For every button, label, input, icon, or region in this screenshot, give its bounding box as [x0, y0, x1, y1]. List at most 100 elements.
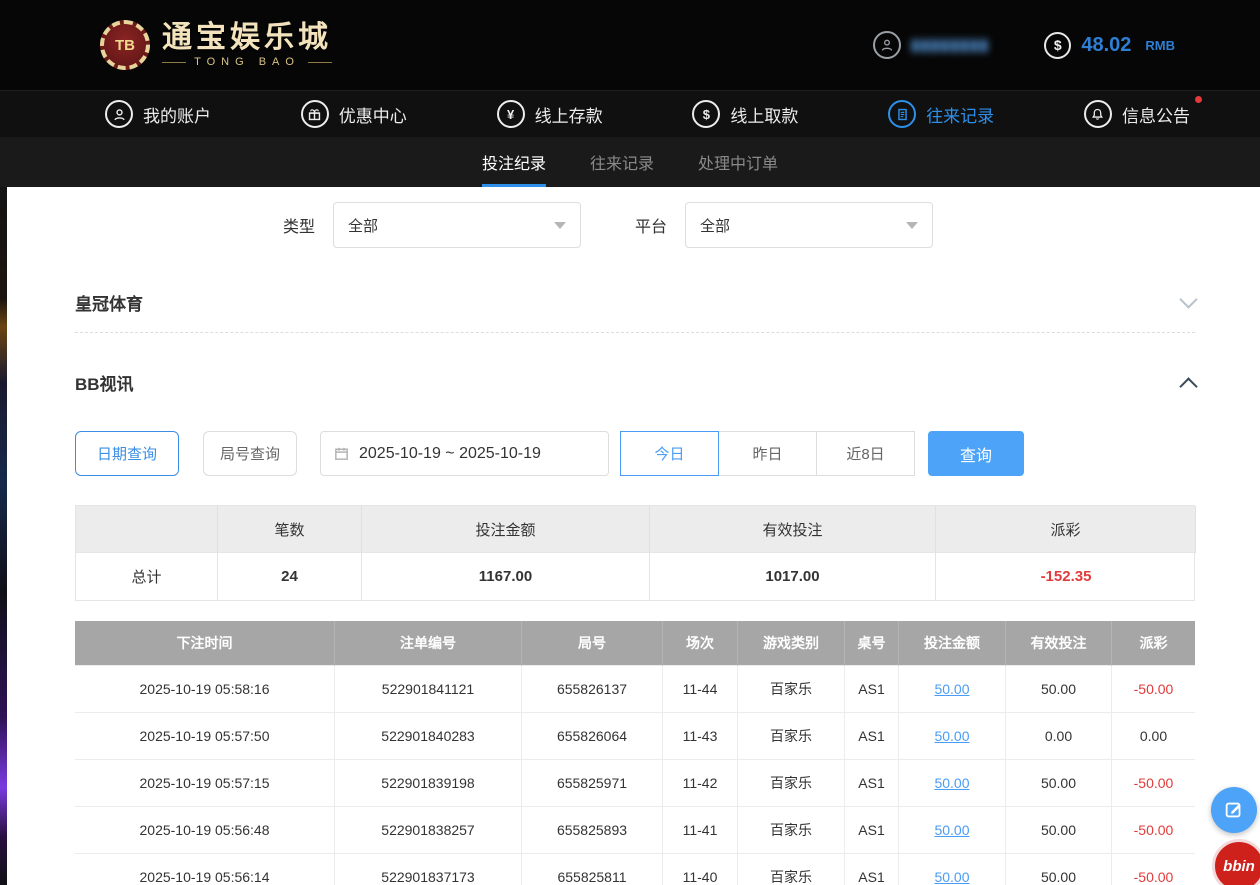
page: TB 通宝娱乐城 TONG BAO ▮▮▮▮▮▮▮▮ $ 48.02 RMB: [0, 0, 1260, 885]
collapse-chevron-up-icon[interactable]: [1179, 377, 1197, 395]
summary-valid-value: 1017.00: [650, 553, 936, 600]
summary-header-count: 笔数: [218, 506, 362, 553]
round-cell: 655825811: [522, 854, 663, 885]
balance-box[interactable]: $ 48.02 RMB: [1044, 32, 1175, 59]
table-no-cell: AS1: [845, 760, 899, 807]
platform-select-value: 全部: [700, 215, 730, 236]
nav-label: 线上取款: [730, 102, 798, 127]
deposit-coin-icon: ¥: [497, 100, 525, 128]
summary-header-payout: 派彩: [936, 506, 1196, 553]
order-id-cell: 522901838257: [335, 807, 522, 854]
platform-filter-label: 平台: [635, 213, 667, 237]
nav-item-announcements[interactable]: 信息公告: [1084, 100, 1190, 128]
date-query-button[interactable]: 日期查询: [75, 431, 179, 476]
valid-bet-cell: 50.00: [1006, 807, 1112, 854]
col-header-table-no: 桌号: [845, 621, 899, 666]
chip-text: TB: [115, 37, 135, 54]
brand-subtitle: TONG BAO: [162, 56, 332, 68]
poker-chip-icon: TB: [100, 20, 150, 70]
col-header-game-type: 游戏类别: [738, 621, 845, 666]
section-title-crown-sports: 皇冠体育: [75, 290, 143, 315]
type-select[interactable]: 全部: [333, 202, 581, 248]
summary-header-row: 笔数 投注金额 有效投注 派彩: [76, 506, 1194, 553]
chevron-down-icon: [554, 222, 566, 229]
bbin-logo-button[interactable]: bbin: [1212, 839, 1260, 885]
order-id-cell: 522901839198: [335, 760, 522, 807]
summary-total-row: 总计 24 1167.00 1017.00 -152.35: [76, 553, 1194, 600]
session-cell: 11-40: [663, 854, 738, 885]
user-icon: [105, 100, 133, 128]
table-no-cell: AS1: [845, 713, 899, 760]
col-header-time: 下注时间: [75, 621, 335, 666]
round-cell: 655826064: [522, 713, 663, 760]
withdraw-coin-icon: $: [692, 100, 720, 128]
gift-icon: [301, 100, 329, 128]
bet-amount-link[interactable]: 50.00: [899, 807, 1006, 854]
round-query-button[interactable]: 局号查询: [203, 431, 297, 476]
table-no-cell: AS1: [845, 807, 899, 854]
table-row: 2025-10-19 05:57:50 522901840283 6558260…: [75, 713, 1195, 760]
filter-row: 类型 全部 平台 全部: [0, 202, 1260, 248]
brand-logo[interactable]: TB 通宝娱乐城 TONG BAO: [100, 20, 332, 70]
tab-bet-records[interactable]: 投注纪录: [482, 137, 546, 187]
bet-amount-link[interactable]: 50.00: [899, 713, 1006, 760]
balance-amount: 48.02: [1081, 34, 1131, 57]
round-cell: 655826137: [522, 666, 663, 713]
summary-total-label: 总计: [76, 553, 218, 600]
table-no-cell: AS1: [845, 666, 899, 713]
valid-bet-cell: 50.00: [1006, 854, 1112, 885]
nav-item-deposit[interactable]: ¥ 线上存款: [497, 100, 603, 128]
summary-table: 笔数 投注金额 有效投注 派彩 总计 24 1167.00 1017.00 -1…: [75, 505, 1195, 601]
session-cell: 11-42: [663, 760, 738, 807]
last-8-days-button[interactable]: 近8日: [816, 431, 915, 476]
summary-count-value: 24: [218, 553, 362, 600]
nav-item-my-account[interactable]: 我的账户: [105, 100, 211, 128]
nav-label: 我的账户: [143, 102, 211, 127]
payout-cell: -50.00: [1112, 666, 1195, 713]
game-type-cell: 百家乐: [738, 807, 845, 854]
platform-select[interactable]: 全部: [685, 202, 933, 248]
summary-header-bet: 投注金额: [362, 506, 650, 553]
nav-item-promotions[interactable]: 优惠中心: [301, 100, 407, 128]
table-row: 2025-10-19 05:56:48 522901838257 6558258…: [75, 807, 1195, 854]
yesterday-button[interactable]: 昨日: [718, 431, 817, 476]
nav-item-withdraw[interactable]: $ 线上取款: [692, 100, 798, 128]
session-cell: 11-41: [663, 807, 738, 854]
section-divider: [75, 332, 1195, 333]
user-account-box[interactable]: ▮▮▮▮▮▮▮▮: [873, 31, 989, 59]
date-range-input[interactable]: 2025-10-19 ~ 2025-10-19: [320, 431, 609, 476]
valid-bet-cell: 50.00: [1006, 666, 1112, 713]
bet-time-cell: 2025-10-19 05:56:14: [75, 854, 335, 885]
payout-cell: -50.00: [1112, 807, 1195, 854]
game-type-cell: 百家乐: [738, 854, 845, 885]
section-title-bb-video: BB视讯: [75, 370, 134, 395]
expand-chevron-down-icon[interactable]: [1179, 290, 1197, 308]
bet-records-table: 下注时间 注单编号 局号 场次 游戏类别 桌号 投注金额 有效投注 派彩 202…: [75, 621, 1195, 885]
customer-service-chat-button[interactable]: [1211, 787, 1257, 833]
bet-time-cell: 2025-10-19 05:57:15: [75, 760, 335, 807]
calendar-icon: [333, 445, 350, 462]
type-select-value: 全部: [348, 215, 378, 236]
col-header-payout: 派彩: [1112, 621, 1195, 666]
bet-amount-link[interactable]: 50.00: [899, 854, 1006, 885]
order-id-cell: 522901841121: [335, 666, 522, 713]
quick-date-group: 今日 昨日 近8日: [620, 431, 915, 476]
payout-cell: -50.00: [1112, 854, 1195, 885]
bet-time-cell: 2025-10-19 05:56:48: [75, 807, 335, 854]
search-button[interactable]: 查询: [928, 431, 1024, 476]
tab-transaction-records[interactable]: 往来记录: [590, 137, 654, 187]
avatar-icon: [873, 31, 901, 59]
background-artifact: [0, 187, 7, 885]
payout-cell: -50.00: [1112, 760, 1195, 807]
main-navigation: 我的账户 优惠中心 ¥ 线上存款 $ 线上取款 往来记录 信息公告: [0, 90, 1260, 137]
username-masked: ▮▮▮▮▮▮▮▮: [911, 35, 989, 55]
bet-amount-link[interactable]: 50.00: [899, 666, 1006, 713]
nav-label: 信息公告: [1122, 102, 1190, 127]
table-row: 2025-10-19 05:57:15 522901839198 6558259…: [75, 760, 1195, 807]
tab-processing-orders[interactable]: 处理中订单: [698, 137, 778, 187]
order-id-cell: 522901837173: [335, 854, 522, 885]
bet-amount-link[interactable]: 50.00: [899, 760, 1006, 807]
today-button[interactable]: 今日: [620, 431, 719, 476]
nav-item-records[interactable]: 往来记录: [888, 100, 994, 128]
dollar-coin-icon: $: [1044, 32, 1071, 59]
